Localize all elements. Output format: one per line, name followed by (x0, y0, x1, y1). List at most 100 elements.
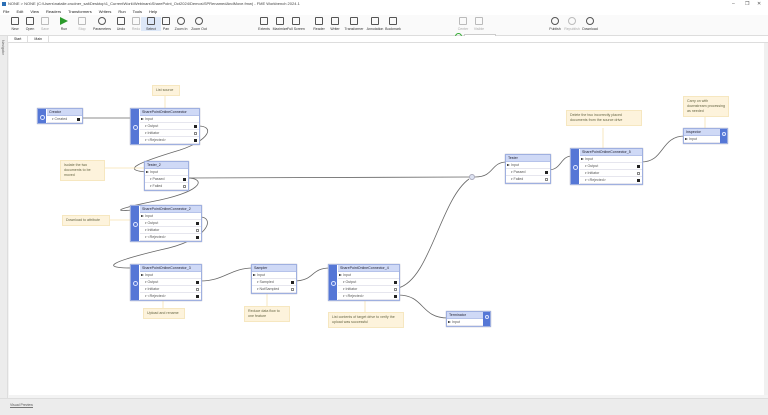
transformer-inspector[interactable]: Inspector Input (683, 128, 728, 144)
output-port-icon[interactable] (196, 281, 199, 284)
writer-button[interactable]: Writer (325, 17, 345, 31)
output-port-icon[interactable] (545, 178, 548, 181)
annotation-button[interactable]: Annotation (365, 17, 385, 31)
visible-button[interactable]: Visible (469, 17, 489, 31)
port-output[interactable]: ▾ Output (580, 163, 642, 170)
output-port-icon[interactable] (194, 139, 197, 142)
full-screen-button[interactable]: Full Screen (286, 17, 306, 31)
output-port-icon[interactable] (196, 236, 199, 239)
input-port-icon[interactable] (141, 274, 144, 276)
transformer-creator[interactable]: Creator ▾ Created (37, 108, 83, 124)
port-initiator[interactable]: ▾ Initiator (140, 286, 201, 293)
transformer-sampler[interactable]: Sampler Input ▾ Sampled ▾ NotSampled (251, 264, 297, 294)
port-input[interactable]: Input (145, 169, 188, 176)
output-port-icon[interactable] (637, 179, 640, 182)
transformer-spoc1[interactable]: SharePointOnlineConnector Input ▾ Output ▾ In… (130, 108, 200, 145)
port-input[interactable]: Input (140, 116, 199, 123)
bookmark-button[interactable]: Bookmark (383, 17, 403, 31)
restore-button[interactable]: ❐ (745, 0, 749, 8)
inspect-icon[interactable] (483, 312, 490, 326)
save-button[interactable]: Save (35, 17, 55, 31)
output-port-icon[interactable] (196, 222, 199, 225)
output-port-icon[interactable] (183, 185, 186, 188)
menu-view[interactable]: View (30, 9, 39, 14)
download-button[interactable]: Download (580, 17, 600, 31)
port-rejected[interactable]: ▾ <Rejected> (338, 293, 399, 300)
port-rejected[interactable]: ▾ <Rejected> (140, 293, 201, 300)
port-input[interactable]: Input (506, 162, 550, 169)
menu-help[interactable]: Help (149, 9, 157, 14)
workspace-canvas[interactable] (9, 43, 764, 395)
port-rejected[interactable]: ▾ <Rejected> (140, 137, 199, 144)
output-port-icon[interactable] (637, 165, 640, 168)
port-failed[interactable]: ▾ Failed (145, 183, 188, 190)
transformer-tester2[interactable]: Tester_2 Input ▾ Passed ▾ Failed (144, 161, 189, 191)
output-port-icon[interactable] (291, 288, 294, 291)
port-input[interactable]: Input (140, 272, 201, 279)
port-input[interactable]: Input (580, 156, 642, 163)
port-input[interactable]: Input (252, 272, 296, 279)
output-port-icon[interactable] (545, 171, 548, 174)
port-input[interactable]: Input (338, 272, 399, 279)
republish-button[interactable]: Republish (562, 17, 582, 31)
annotation-list-contents[interactable]: List contents of target drive to verify … (328, 312, 404, 328)
zoom-out-button[interactable]: Zoom Out (189, 17, 209, 31)
annotation-list-source[interactable]: List source (152, 85, 180, 96)
input-port-icon[interactable] (141, 215, 144, 217)
annotation-delete[interactable]: Delete the two incorrectly placed docume… (566, 110, 642, 126)
port-failed[interactable]: ▾ Failed (506, 176, 550, 183)
annotation-isolate[interactable]: Isolate the two documents to be moved (60, 160, 105, 181)
port-input[interactable]: Input (447, 319, 483, 326)
input-port-icon[interactable] (339, 274, 342, 276)
output-port-icon[interactable] (394, 295, 397, 298)
zoom-in-button[interactable]: Zoom In (171, 17, 191, 31)
annotation-reduce[interactable]: Reduce data flow to one feature (244, 306, 290, 322)
output-port-icon[interactable] (77, 118, 80, 121)
menu-writers[interactable]: Writers (99, 9, 112, 14)
port-initiator[interactable]: ▾ Initiator (140, 130, 199, 137)
navigator-label[interactable]: Navigator (1, 40, 5, 55)
port-created[interactable]: ▾ Created (47, 116, 82, 123)
output-port-icon[interactable] (291, 281, 294, 284)
run-button[interactable]: Run (54, 17, 74, 31)
inspect-icon[interactable] (720, 129, 727, 143)
annotation-download[interactable]: Download to attribute (62, 215, 110, 226)
transformer-spoc5[interactable]: SharePointOnlineConnector_5 Input ▾ Output ▾… (570, 148, 643, 185)
output-port-icon[interactable] (196, 295, 199, 298)
port-passed[interactable]: ▾ Passed (506, 169, 550, 176)
input-port-icon[interactable] (146, 171, 149, 173)
output-port-icon[interactable] (196, 288, 199, 291)
tab-main[interactable]: Main (28, 36, 49, 43)
output-port-icon[interactable] (394, 281, 397, 284)
tab-start[interactable]: Start (8, 36, 29, 43)
port-initiator[interactable]: ▾ Initiator (338, 286, 399, 293)
output-port-icon[interactable] (637, 172, 640, 175)
input-port-icon[interactable] (507, 164, 510, 166)
input-port-icon[interactable] (685, 138, 688, 140)
port-rejected[interactable]: ▾ <Rejected> (580, 177, 642, 184)
port-input[interactable]: Input (684, 136, 720, 143)
port-output[interactable]: ▾ Output (140, 220, 201, 227)
input-port-icon[interactable] (141, 118, 144, 120)
junction-point[interactable] (469, 174, 475, 180)
close-button[interactable]: ✕ (757, 0, 761, 8)
visual-preview-tab[interactable]: Visual Preview (10, 403, 33, 408)
transformer-button[interactable]: Transformer (344, 17, 364, 31)
menu-readers[interactable]: Readers (46, 9, 61, 14)
menu-edit[interactable]: Edit (16, 9, 23, 14)
output-port-icon[interactable] (196, 229, 199, 232)
output-port-icon[interactable] (194, 125, 197, 128)
minimize-button[interactable]: – (732, 0, 735, 8)
stop-button[interactable]: Stop (72, 17, 92, 31)
port-rejected[interactable]: ▾ <Rejected> (140, 234, 201, 241)
input-port-icon[interactable] (581, 158, 584, 160)
input-port-icon[interactable] (448, 321, 451, 323)
annotation-upload[interactable]: Upload and rename (143, 308, 185, 319)
parameters-button[interactable]: Parameters (92, 17, 112, 31)
port-sampled[interactable]: ▾ Sampled (252, 279, 296, 286)
port-input[interactable]: Input (140, 213, 201, 220)
transformer-tester[interactable]: Tester Input ▾ Passed ▾ Failed (505, 154, 551, 184)
annotation-carry-on[interactable]: Carry on with downstream processing as n… (683, 96, 729, 117)
port-notsampled[interactable]: ▾ NotSampled (252, 286, 296, 293)
menu-file[interactable]: File (3, 9, 9, 14)
